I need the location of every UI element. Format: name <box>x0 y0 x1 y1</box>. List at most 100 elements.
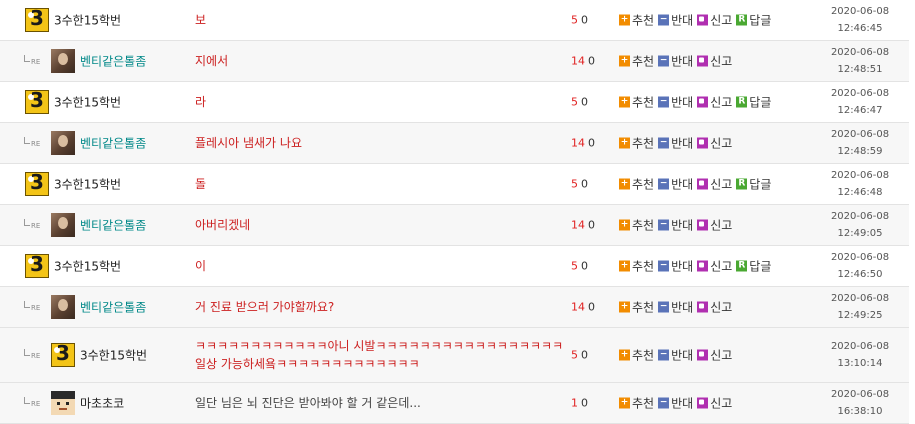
comment-timestamp: 2020-06-08 13:10:14 <box>818 338 902 372</box>
author-nick[interactable]: 3수한15학번 <box>54 176 121 193</box>
reply-button[interactable]: R 답글 <box>736 176 771 193</box>
plus-icon: + <box>619 260 630 272</box>
minus-icon: − <box>658 349 670 361</box>
avatar[interactable]: 3 <box>25 254 49 278</box>
recommend-button[interactable]: + 추천 <box>619 395 654 412</box>
avatar[interactable]: 3 <box>25 90 49 114</box>
vote-counts: 10 <box>571 397 588 410</box>
re-label: RE <box>31 304 41 312</box>
oppose-label: 반대 <box>671 54 694 69</box>
reply-label: 답글 <box>749 259 772 274</box>
plus-icon: + <box>619 178 630 190</box>
comment-time: 13:10:14 <box>837 358 883 369</box>
report-button[interactable]: 신고 <box>697 94 732 111</box>
upvote-count: 5 <box>571 95 578 109</box>
recommend-button[interactable]: + 추천 <box>619 258 654 275</box>
oppose-button[interactable]: − 반대 <box>658 217 693 234</box>
recommend-button[interactable]: + 추천 <box>619 176 654 193</box>
report-button[interactable]: 신고 <box>697 135 732 152</box>
report-button[interactable]: 신고 <box>697 395 732 412</box>
recommend-button[interactable]: + 추천 <box>619 12 654 29</box>
plus-icon: + <box>619 55 630 67</box>
comment-timestamp: 2020-06-08 12:49:05 <box>818 208 902 242</box>
avatar[interactable] <box>51 391 75 415</box>
avatar[interactable]: 3 <box>51 343 75 367</box>
comment-actions: + 추천 − 반대 신고 R 답글 <box>619 258 775 275</box>
author-nick[interactable]: 3수한15학번 <box>54 258 121 275</box>
comment-actions: + 추천 − 반대 신고 <box>619 347 736 364</box>
report-button[interactable]: 신고 <box>697 12 732 29</box>
report-label: 신고 <box>710 300 733 315</box>
comment-actions: + 추천 − 반대 신고 <box>619 217 736 234</box>
oppose-button[interactable]: − 반대 <box>658 135 693 152</box>
recommend-label: 추천 <box>632 177 655 192</box>
recommend-button[interactable]: + 추천 <box>619 53 654 70</box>
oppose-label: 반대 <box>671 95 694 110</box>
avatar[interactable] <box>51 295 75 319</box>
report-button[interactable]: 신고 <box>697 299 732 316</box>
vote-counts: 14 0 <box>571 55 595 68</box>
comment-row: 3 3수한15학번 돌 5 0 + 추천 − 반대 신고 R 답글 2020-06-08 12:46:48 <box>0 164 909 205</box>
report-icon <box>697 260 709 272</box>
report-button[interactable]: 신고 <box>697 217 732 234</box>
avatar[interactable] <box>51 213 75 237</box>
recommend-label: 추천 <box>632 13 655 28</box>
upvote-count: 5 <box>571 348 578 362</box>
recommend-button[interactable]: + 추천 <box>619 94 654 111</box>
reply-button[interactable]: R 답글 <box>736 12 771 29</box>
avatar[interactable]: 3 <box>25 8 49 32</box>
report-button[interactable]: 신고 <box>697 258 732 275</box>
oppose-button[interactable]: − 반대 <box>658 176 693 193</box>
recommend-button[interactable]: + 추천 <box>619 135 654 152</box>
oppose-button[interactable]: − 반대 <box>658 94 693 111</box>
comment-time: 12:48:51 <box>837 64 883 75</box>
avatar[interactable] <box>51 131 75 155</box>
report-button[interactable]: 신고 <box>697 176 732 193</box>
vote-counts: 50 <box>571 96 588 109</box>
author-nick[interactable]: 벤티같은톨좀 <box>80 217 146 234</box>
recommend-label: 추천 <box>632 136 655 151</box>
reply-arrow-icon: RE <box>24 301 42 313</box>
reply-button[interactable]: R 답글 <box>736 94 771 111</box>
recommend-label: 추천 <box>632 396 655 411</box>
report-icon <box>697 55 709 67</box>
reply-button[interactable]: R 답글 <box>736 258 771 275</box>
oppose-button[interactable]: − 반대 <box>658 12 693 29</box>
vote-counts: 50 <box>571 260 588 273</box>
author-nick[interactable]: 마초초코 <box>80 395 124 412</box>
report-label: 신고 <box>710 54 733 69</box>
author-nick[interactable]: 벤티같은톨좀 <box>80 135 146 152</box>
oppose-button[interactable]: − 반대 <box>658 347 693 364</box>
comment-actions: + 추천 − 반대 신고 <box>619 299 736 316</box>
upvote-count: 5 <box>571 259 578 273</box>
re-label: RE <box>31 222 41 230</box>
plus-icon: + <box>619 137 630 149</box>
author-nick[interactable]: 벤티같은톨좀 <box>80 53 146 70</box>
recommend-button[interactable]: + 추천 <box>619 347 654 364</box>
reply-label: 답글 <box>749 95 772 110</box>
avatar[interactable] <box>51 49 75 73</box>
oppose-button[interactable]: − 반대 <box>658 395 693 412</box>
comment-date: 2020-06-08 <box>830 88 890 99</box>
report-button[interactable]: 신고 <box>697 347 732 364</box>
recommend-button[interactable]: + 추천 <box>619 217 654 234</box>
oppose-button[interactable]: − 반대 <box>658 258 693 275</box>
oppose-button[interactable]: − 반대 <box>658 299 693 316</box>
re-label: RE <box>31 140 41 148</box>
comment-date: 2020-06-08 <box>830 211 890 222</box>
minus-icon: − <box>658 55 670 67</box>
re-label: RE <box>31 58 41 66</box>
recommend-button[interactable]: + 추천 <box>619 299 654 316</box>
author-nick[interactable]: 3수한15학번 <box>80 347 147 364</box>
downvote-count: 0 <box>581 396 588 410</box>
comment-time: 12:46:45 <box>837 23 883 34</box>
author-nick[interactable]: 3수한15학번 <box>54 12 121 29</box>
oppose-button[interactable]: − 반대 <box>658 53 693 70</box>
report-label: 신고 <box>710 95 733 110</box>
comment-date: 2020-06-08 <box>830 6 890 17</box>
comment-list: 3 3수한15학번 보 5 0 + 추천 − 반대 신고 R 답글 2020-06-08 12:46:45… <box>0 0 915 424</box>
author-nick[interactable]: 벤티같은톨좀 <box>80 299 146 316</box>
report-button[interactable]: 신고 <box>697 53 732 70</box>
avatar[interactable]: 3 <box>25 172 49 196</box>
author-nick[interactable]: 3수한15학번 <box>54 94 121 111</box>
